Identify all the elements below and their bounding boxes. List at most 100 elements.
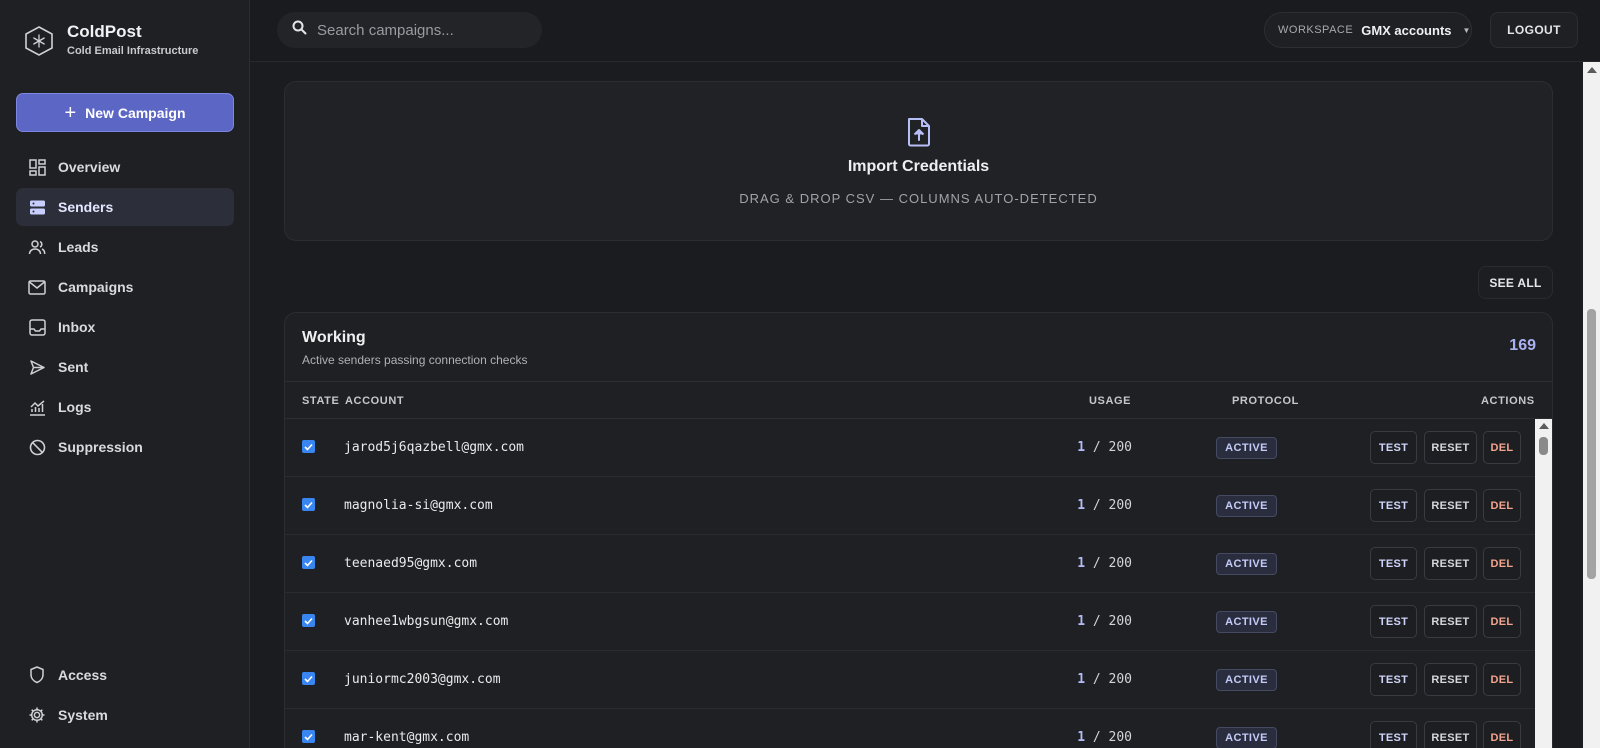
sidebar-item-label: Logs — [58, 399, 92, 415]
table-row: vanhee1wbgsun@gmx.com 1 / 200 ACTIVE TES… — [285, 593, 1535, 651]
send-icon — [28, 358, 46, 376]
checkmark-icon — [304, 559, 313, 567]
reset-button[interactable]: RESET — [1424, 721, 1477, 748]
checkmark-icon — [304, 733, 313, 741]
delete-button[interactable]: DEL — [1483, 431, 1521, 464]
account-email: teenaed95@gmx.com — [344, 556, 478, 571]
usage-value: 1 / 200 — [1077, 440, 1132, 455]
search-input[interactable] — [317, 21, 527, 39]
caret-down-icon: ▼ — [1462, 25, 1471, 35]
sidebar-item-campaigns[interactable]: Campaigns — [16, 268, 234, 306]
delete-button[interactable]: DEL — [1483, 663, 1521, 696]
sidebar-item-label: Access — [58, 667, 108, 683]
new-campaign-button[interactable]: + New Campaign — [16, 93, 234, 132]
delete-button[interactable]: DEL — [1483, 721, 1521, 748]
page-scrollbar[interactable] — [1583, 62, 1600, 748]
inbox-icon — [28, 318, 46, 336]
delete-button[interactable]: DEL — [1483, 547, 1521, 580]
sidebar-item-overview[interactable]: Overview — [16, 148, 234, 186]
test-button[interactable]: TEST — [1370, 547, 1417, 580]
senders-table-body: jarod5j6qazbell@gmx.com 1 / 200 ACTIVE T… — [285, 419, 1535, 748]
scrollbar-thumb[interactable] — [1587, 309, 1596, 579]
table-scrollbar[interactable] — [1535, 419, 1552, 748]
brand-title: ColdPost — [67, 22, 142, 41]
reset-button[interactable]: RESET — [1424, 431, 1477, 464]
column-state: STATE — [302, 395, 340, 407]
brand[interactable]: ColdPost Cold Email Infrastructure — [24, 22, 198, 59]
row-checkbox[interactable] — [302, 614, 315, 627]
reset-button[interactable]: RESET — [1424, 547, 1477, 580]
account-email: jarod5j6qazbell@gmx.com — [344, 440, 525, 455]
snowflake-logo-icon — [24, 25, 54, 57]
sidebar-item-leads[interactable]: Leads — [16, 228, 234, 266]
usage-value: 1 / 200 — [1077, 672, 1132, 687]
row-checkbox[interactable] — [302, 556, 315, 569]
account-email: vanhee1wbgsun@gmx.com — [344, 614, 509, 629]
row-checkbox[interactable] — [302, 498, 315, 511]
reset-button[interactable]: RESET — [1424, 663, 1477, 696]
sidebar-item-suppression[interactable]: Suppression — [16, 428, 234, 466]
usage-value: 1 / 200 — [1077, 556, 1132, 571]
test-button[interactable]: TEST — [1370, 489, 1417, 522]
sidebar-item-system[interactable]: System — [16, 696, 234, 734]
sidebar-item-sent[interactable]: Sent — [16, 348, 234, 386]
table-row: magnolia-si@gmx.com 1 / 200 ACTIVE TEST … — [285, 477, 1535, 535]
shield-icon — [28, 666, 46, 684]
reset-button[interactable]: RESET — [1424, 489, 1477, 522]
checkmark-icon — [304, 675, 313, 683]
account-email: juniormc2003@gmx.com — [344, 672, 501, 687]
sidebar-item-inbox[interactable]: Inbox — [16, 308, 234, 346]
test-button[interactable]: TEST — [1370, 721, 1417, 748]
row-checkbox[interactable] — [302, 730, 315, 743]
delete-button[interactable]: DEL — [1483, 605, 1521, 638]
sidebar-item-senders[interactable]: Senders — [16, 188, 234, 226]
sidebar-item-label: Inbox — [58, 319, 96, 335]
reset-button[interactable]: RESET — [1424, 605, 1477, 638]
plus-icon: + — [64, 101, 77, 124]
brand-subtitle: Cold Email Infrastructure — [67, 45, 199, 57]
chart-icon — [28, 398, 46, 416]
protocol-badge: ACTIVE — [1216, 553, 1277, 575]
sidebar-item-label: Overview — [58, 159, 121, 175]
see-all-button[interactable]: SEE ALL — [1478, 266, 1553, 299]
column-protocol: PROTOCOL — [1232, 395, 1299, 407]
new-campaign-label: New Campaign — [85, 104, 186, 121]
checkmark-icon — [304, 617, 313, 625]
scroll-up-arrow-icon[interactable] — [1539, 423, 1549, 429]
test-button[interactable]: TEST — [1370, 605, 1417, 638]
scrollbar-thumb[interactable] — [1539, 437, 1548, 455]
workspace-value: GMX accounts — [1361, 22, 1452, 38]
logout-button[interactable]: LOGOUT — [1490, 12, 1578, 48]
protocol-badge: ACTIVE — [1216, 437, 1277, 459]
table-row: juniormc2003@gmx.com 1 / 200 ACTIVE TEST… — [285, 651, 1535, 709]
working-senders-panel: Working Active senders passing connectio… — [284, 312, 1553, 748]
test-button[interactable]: TEST — [1370, 431, 1417, 464]
sidebar-item-label: Suppression — [58, 439, 143, 455]
mail-icon — [28, 278, 46, 296]
import-credentials-dropzone[interactable]: Import Credentials DRAG & DROP CSV — COL… — [284, 81, 1553, 241]
sender-count: 169 — [1509, 337, 1536, 354]
delete-button[interactable]: DEL — [1483, 489, 1521, 522]
protocol-badge: ACTIVE — [1216, 611, 1277, 633]
row-checkbox[interactable] — [302, 440, 315, 453]
sidebar-bottom-nav: Access System — [16, 656, 234, 736]
sidebar: ColdPost Cold Email Infrastructure + New… — [0, 0, 250, 748]
checkmark-icon — [304, 501, 313, 509]
workspace-selector[interactable]: WORKSPACE GMX accounts ▼ — [1264, 12, 1472, 48]
topbar: WORKSPACE GMX accounts ▼ LOGOUT — [250, 0, 1600, 62]
column-account: ACCOUNT — [345, 395, 405, 407]
test-button[interactable]: TEST — [1370, 663, 1417, 696]
row-checkbox[interactable] — [302, 672, 315, 685]
column-actions: ACTIONS — [1481, 395, 1535, 407]
search-bar[interactable] — [277, 12, 542, 48]
panel-subtitle: Active senders passing connection checks — [302, 353, 528, 367]
gear-icon — [28, 706, 46, 724]
server-icon — [28, 198, 46, 216]
grid-icon — [28, 158, 46, 176]
sidebar-item-access[interactable]: Access — [16, 656, 234, 694]
table-row: mar-kent@gmx.com 1 / 200 ACTIVE TEST RES… — [285, 709, 1535, 748]
table-row: teenaed95@gmx.com 1 / 200 ACTIVE TEST RE… — [285, 535, 1535, 593]
scroll-up-arrow-icon[interactable] — [1587, 67, 1597, 73]
sidebar-item-logs[interactable]: Logs — [16, 388, 234, 426]
search-icon — [292, 20, 307, 40]
